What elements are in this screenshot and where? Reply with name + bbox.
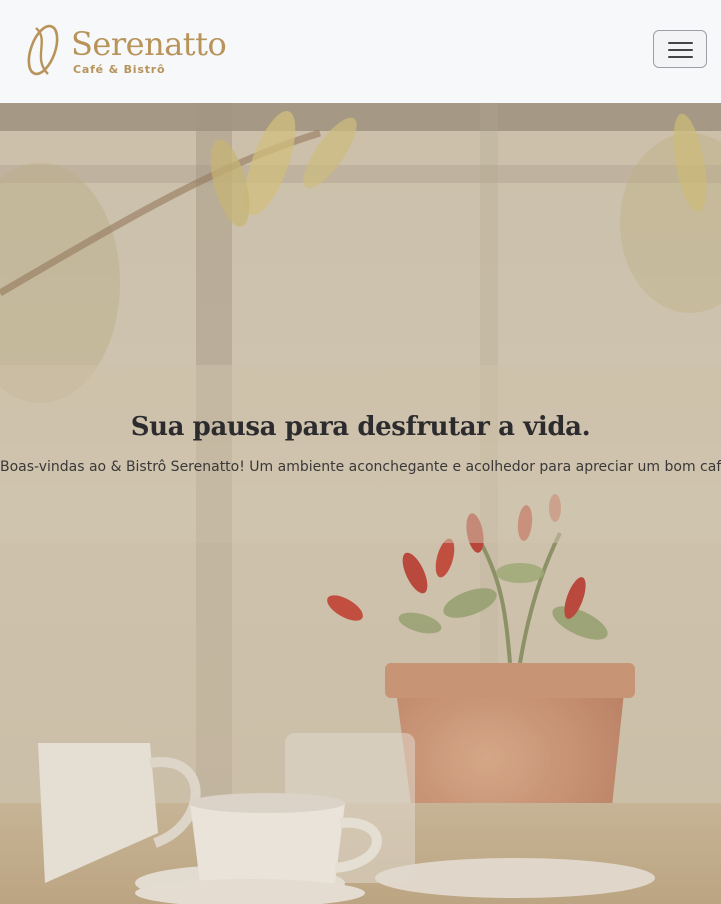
- brand-name: Serenatto: [71, 25, 227, 63]
- hero-caption: Sua pausa para desfrutar a vida. Boas-vi…: [0, 365, 721, 543]
- hero-title: Sua pausa para desfrutar a vida.: [130, 412, 591, 442]
- logo[interactable]: Serenatto Café & Bistrô: [22, 22, 242, 78]
- navbar: Serenatto Café & Bistrô: [0, 0, 721, 103]
- coffee-bean-icon: [27, 24, 59, 76]
- hero-banner: Sua pausa para desfrutar a vida. Boas-vi…: [0, 103, 721, 904]
- hero-subtitle: Boas-vindas ao & Bistrô Serenatto! Um am…: [0, 459, 721, 475]
- menu-toggle-button[interactable]: [653, 30, 707, 68]
- brand-tagline: Café & Bistrô: [73, 63, 166, 76]
